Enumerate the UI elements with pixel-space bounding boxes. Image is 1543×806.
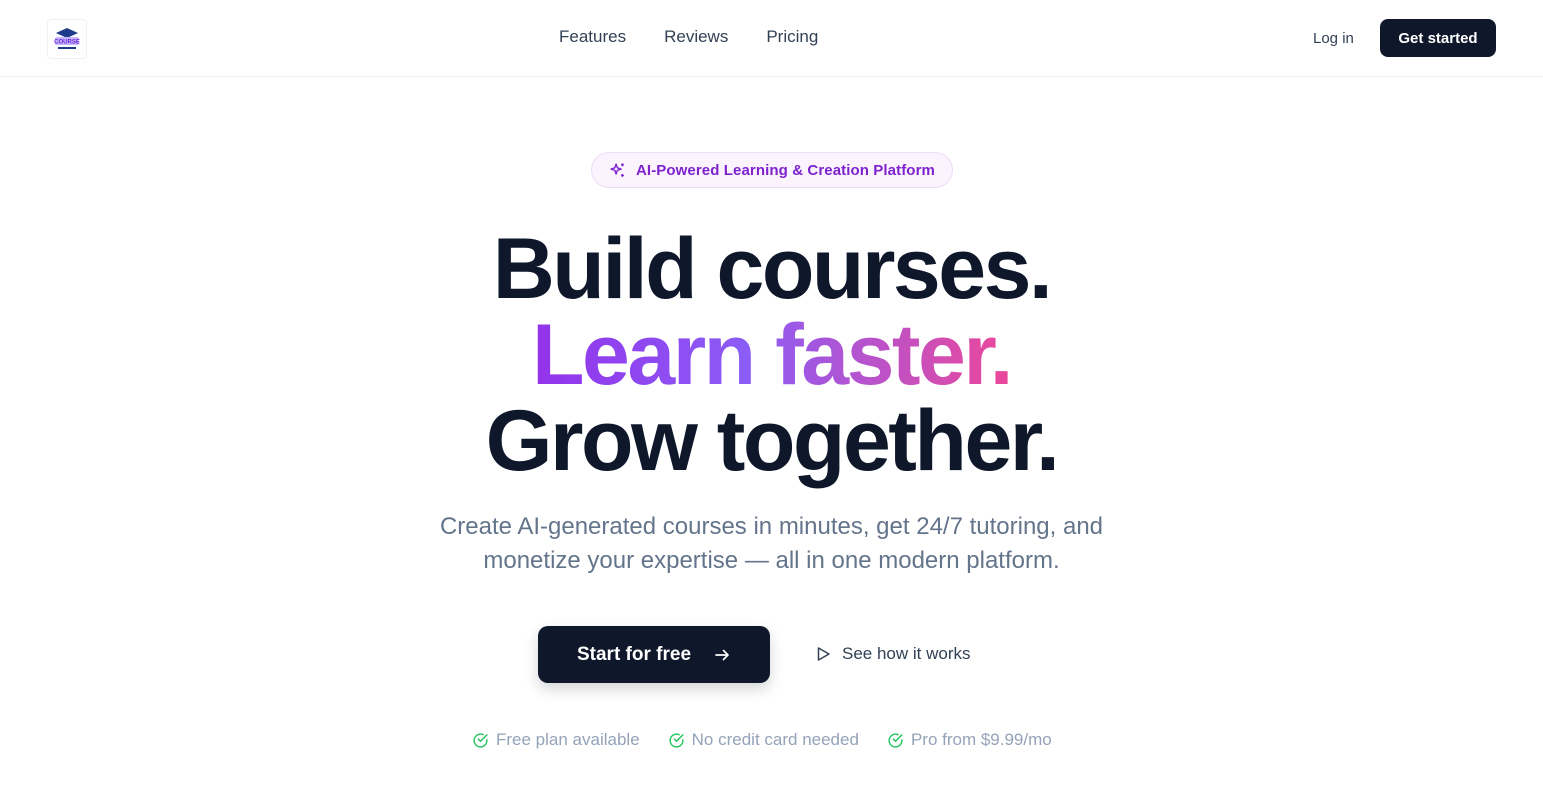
nav-reviews[interactable]: Reviews <box>664 26 728 48</box>
sparkles-icon <box>610 162 624 177</box>
course-logo-icon: COURSE <box>54 28 80 49</box>
subtitle-line-2: monetize your expertise — all in one mod… <box>483 547 1060 574</box>
see-how-it-works-link[interactable]: See how it works <box>814 641 971 667</box>
get-started-button[interactable]: Get started <box>1380 19 1496 57</box>
hero-subtitle: Create AI-generated courses in minutes, … <box>0 510 1543 578</box>
check-circle-icon <box>888 732 903 748</box>
perk-label: Pro from $9.99/mo <box>910 730 1052 749</box>
check-circle-icon <box>669 732 684 748</box>
nav-pricing[interactable]: Pricing <box>766 26 818 48</box>
play-icon <box>817 647 830 661</box>
see-how-it-works-label: See how it works <box>842 644 971 663</box>
hero-badge: AI-Powered Learning & Creation Platform <box>591 152 953 188</box>
logo[interactable]: COURSE <box>47 19 87 59</box>
perk-label: No credit card needed <box>691 730 859 749</box>
site-header: COURSE Features Reviews Pricing Log in G… <box>0 0 1543 77</box>
check-circle-icon <box>473 732 488 748</box>
nav-features[interactable]: Features <box>559 26 626 48</box>
perk-item: Free plan available <box>472 730 640 750</box>
perk-label: Free plan available <box>496 730 640 749</box>
headline-line-2-gradient: Learn faster. <box>532 307 1013 403</box>
main-nav: Features Reviews Pricing <box>559 26 818 48</box>
start-for-free-label: Start for free <box>576 643 692 665</box>
subtitle-line-1: Create AI-generated courses in minutes, … <box>439 513 1104 540</box>
headline-line-1: Build courses. <box>492 221 1053 317</box>
headline-line-2: Learn faster. <box>0 312 1543 398</box>
start-for-free-button[interactable]: Start for free <box>538 626 770 683</box>
perk-item: No credit card needed <box>668 730 859 750</box>
perks-list: Free plan available No credit card neede… <box>472 730 1052 750</box>
headline-line-3: Grow together. <box>485 393 1060 489</box>
login-link[interactable]: Log in <box>1313 29 1354 49</box>
arrow-right-icon <box>715 649 729 660</box>
logo-text: COURSE <box>54 40 80 46</box>
badge-text: AI-Powered Learning & Creation Platform <box>636 161 935 179</box>
perk-item: Pro from $9.99/mo <box>887 730 1052 750</box>
